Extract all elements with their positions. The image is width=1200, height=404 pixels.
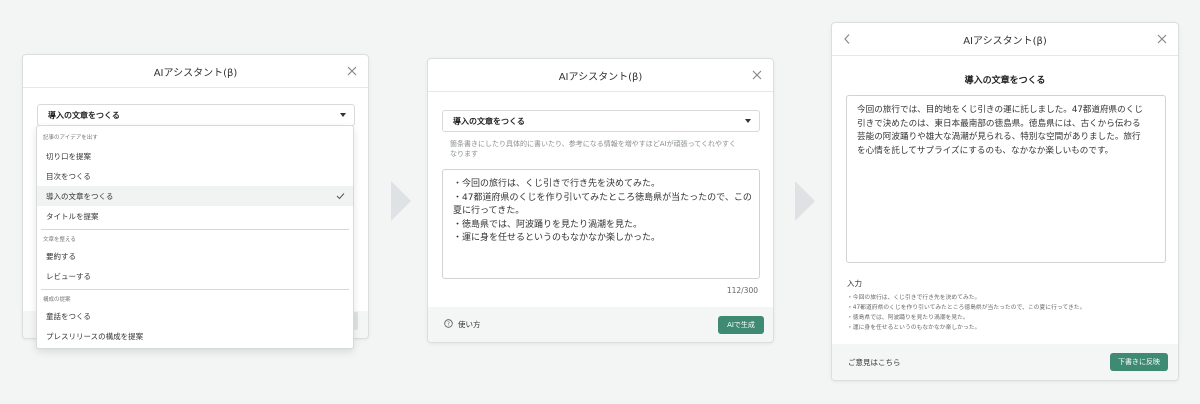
dropdown-item[interactable]: 切り口を提案 — [37, 146, 353, 166]
prompt-textarea[interactable]: ・今回の旅行は、くじ引きで行き先を決めてみた。 ・47都道府県のくじを作り引いて… — [442, 169, 760, 279]
dropdown-item[interactable]: レビューする — [37, 266, 353, 286]
result-heading: 導入の文章をつくる — [964, 76, 1046, 86]
dropdown-group-label: 文章を整える — [43, 237, 76, 243]
help-link[interactable]: ? 使い方 — [444, 319, 481, 330]
panel-header: AIアシスタント(β) — [23, 55, 368, 88]
checkmark-icon — [336, 192, 345, 202]
caret-down-icon — [340, 113, 346, 117]
close-icon[interactable] — [1156, 33, 1168, 45]
dropdown-item[interactable]: 童話をつくる — [37, 306, 353, 326]
input-summary: ・今回の旅行は、くじ引きで行き先を決めてみた。 ・47都道府県のくじを作り引いて… — [847, 295, 1086, 331]
panel-title: AIアシスタント(β) — [153, 67, 238, 79]
dropdown-item[interactable]: 要約する — [37, 246, 353, 266]
help-circle-icon: ? — [444, 319, 453, 330]
feedback-link[interactable]: ご意見はこちら — [848, 357, 901, 368]
next-step-arrow-icon — [391, 181, 411, 221]
apply-to-draft-button[interactable]: 下書きに反映 — [1110, 353, 1168, 371]
dropdown-group-label: 構成の提案 — [43, 297, 71, 303]
assistant-panel-result: AIアシスタント(β) 導入の文章をつくる 今回の旅行では、目的地をくじ引きの運… — [831, 22, 1179, 381]
input-help-text: 箇条書きにしたり具体的に書いたり、参考になる情報を増やすほどAIが頑張ってくれや… — [450, 140, 737, 158]
assistant-panel-input: AIアシスタント(β) 導入の文章をつくる 箇条書きにしたり具体的に書いたり、参… — [427, 58, 774, 343]
char-counter: 112/300 — [726, 286, 758, 295]
close-icon[interactable] — [346, 65, 358, 77]
dropdown-divider — [41, 289, 349, 290]
next-step-arrow-icon — [795, 181, 815, 221]
dropdown-item-selected[interactable]: 導入の文章をつくる — [37, 186, 353, 206]
chevron-left-icon[interactable] — [842, 33, 852, 45]
dropdown-item[interactable]: 目次をつくる — [37, 166, 353, 186]
svg-text:?: ? — [447, 322, 450, 328]
generate-button[interactable]: AIで生成 — [718, 316, 764, 334]
task-select-value: 導入の文章をつくる — [48, 110, 120, 120]
dropdown-item[interactable]: タイトルを提案 — [37, 206, 353, 226]
input-label: 入力 — [847, 279, 862, 288]
dropdown-group-label: 記事のアイデアを出す — [43, 135, 98, 141]
task-select[interactable]: 導入の文章をつくる — [442, 110, 760, 132]
caret-down-icon — [745, 119, 751, 123]
panel-title: AIアシスタント(β) — [963, 35, 1047, 47]
panel-header: AIアシスタント(β) — [832, 23, 1178, 56]
panel-title: AIアシスタント(β) — [558, 71, 643, 83]
close-icon[interactable] — [751, 69, 763, 81]
task-select[interactable]: 導入の文章をつくる — [37, 104, 355, 126]
panel-footer: ? 使い方 AIで生成 — [428, 307, 773, 342]
dropdown-divider — [41, 229, 349, 230]
panel-footer: ご意見はこちら 下書きに反映 — [832, 344, 1178, 380]
result-textarea[interactable]: 今回の旅行では、目的地をくじ引きの運に託しました。47都道府県のくじ 引きで決め… — [846, 95, 1166, 263]
task-dropdown-menu: 記事のアイデアを出す 切り口を提案 目次をつくる 導入の文章をつくる タイトルを… — [36, 125, 354, 349]
task-select-value: 導入の文章をつくる — [453, 116, 525, 126]
dropdown-item[interactable]: プレスリリースの構成を提案 — [37, 326, 353, 346]
panel-header: AIアシスタント(β) — [428, 59, 773, 92]
